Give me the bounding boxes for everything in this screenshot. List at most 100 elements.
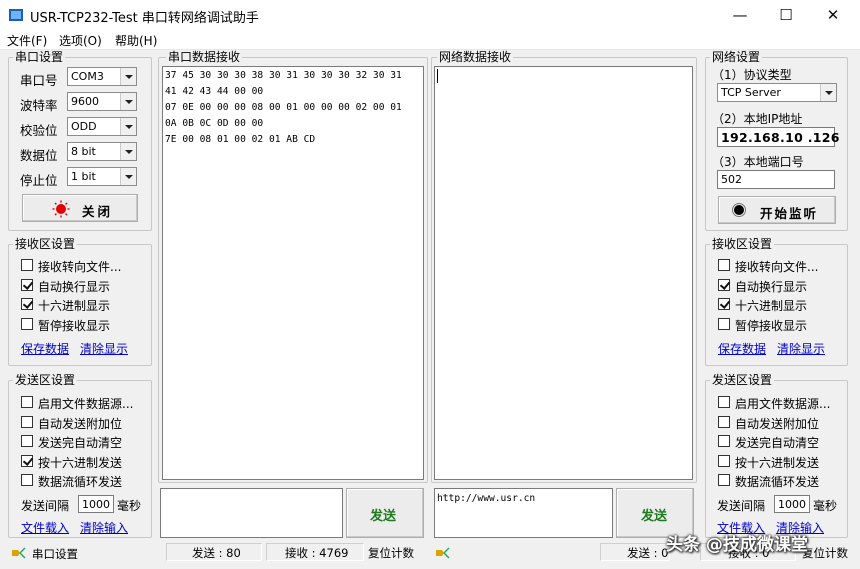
databits-value: 8 bit: [71, 145, 96, 158]
hex-display-label-right: 十六进制显示: [735, 299, 808, 313]
close-port-button[interactable]: [22, 194, 138, 222]
chevron-down-icon: [120, 68, 136, 85]
auto-clear-checkbox-right[interactable]: [718, 435, 730, 447]
menu-file[interactable]: 文件(F): [7, 32, 47, 49]
close-port-label: 关闭: [82, 204, 114, 219]
send-interval-label-left: 发送间隔: [21, 499, 70, 513]
menu-help[interactable]: 帮助(H): [115, 32, 157, 49]
protocol-value: TCP Server: [721, 86, 781, 99]
recv-to-file-checkbox-right[interactable]: [718, 259, 730, 271]
pause-display-label-right: 暂停接收显示: [735, 319, 808, 333]
stopbits-value: 1 bit: [71, 170, 96, 183]
protocol-label: （1）协议类型: [712, 68, 792, 82]
status-serial-label: 串口设置: [32, 547, 78, 561]
file-source-checkbox-left[interactable]: [21, 396, 33, 408]
port-number-value: 502: [721, 173, 742, 186]
send-interval-unit-right: 毫秒: [813, 499, 838, 513]
pause-display-label-left: 暂停接收显示: [38, 319, 111, 333]
auto-clear-label-left: 发送完自动清空: [38, 436, 123, 450]
file-source-label-left: 启用文件数据源...: [38, 397, 134, 411]
send-interval-value-left: 1000: [82, 498, 110, 511]
auto-clear-checkbox-left[interactable]: [21, 435, 33, 447]
port-number-input[interactable]: 502: [717, 170, 835, 189]
loop-send-checkbox-right[interactable]: [718, 474, 730, 486]
auto-wrap-label-left: 自动换行显示: [38, 280, 111, 294]
app-icon: [9, 9, 23, 21]
chevron-down-icon: [120, 118, 136, 135]
record-icon: [732, 203, 746, 217]
chevron-down-icon: [820, 84, 836, 101]
hex-display-checkbox-left[interactable]: [21, 298, 33, 310]
stopbits-select[interactable]: 1 bit: [67, 167, 137, 186]
port-number-label: （3）本地端口号: [712, 155, 804, 169]
send-settings-legend-right: 发送区设置: [710, 373, 775, 387]
hex-display-checkbox-right[interactable]: [718, 298, 730, 310]
status-net-send-count: 发送 : 0: [627, 546, 669, 560]
pause-display-checkbox-left[interactable]: [21, 318, 33, 330]
status-recv-count: 接收 : 4769: [285, 546, 349, 560]
hex-send-checkbox-left[interactable]: [21, 455, 33, 467]
port-select[interactable]: COM3: [67, 67, 137, 86]
clear-input-link-left[interactable]: 清除输入: [80, 519, 128, 536]
hex-send-label-right: 按十六进制发送: [735, 456, 820, 470]
status-send-count: 发送 : 80: [192, 546, 241, 560]
port-label: 串口号: [20, 73, 58, 88]
port-value: COM3: [71, 70, 104, 83]
ip-input[interactable]: 192.168.10 .126: [717, 127, 839, 147]
save-data-link-right[interactable]: 保存数据: [718, 340, 766, 357]
file-source-label-right: 启用文件数据源...: [735, 397, 831, 411]
hex-send-checkbox-right[interactable]: [718, 455, 730, 467]
recv-settings-legend-left: 接收区设置: [13, 237, 78, 251]
auto-wrap-checkbox-right[interactable]: [718, 279, 730, 291]
append-bit-checkbox-left[interactable]: [21, 416, 33, 428]
file-load-link-left[interactable]: 文件载入: [21, 519, 69, 536]
parity-label: 校验位: [20, 123, 58, 138]
loop-send-label-right: 数据流循环发送: [735, 475, 820, 489]
parity-select[interactable]: ODD: [67, 117, 137, 136]
close-window-button[interactable]: ✕: [810, 0, 856, 30]
baud-label: 波特率: [20, 98, 58, 113]
ip-value: 192.168.10 .126: [721, 130, 840, 145]
file-source-checkbox-right[interactable]: [718, 396, 730, 408]
protocol-select[interactable]: TCP Server: [717, 83, 837, 102]
send-interval-input-left[interactable]: 1000: [78, 495, 114, 513]
auto-wrap-label-right: 自动换行显示: [735, 280, 808, 294]
auto-clear-label-right: 发送完自动清空: [735, 436, 820, 450]
baud-select[interactable]: 9600: [67, 92, 137, 111]
text-cursor: [437, 69, 438, 83]
serial-settings-legend: 串口设置: [13, 50, 66, 64]
start-listen-label: 开始监听: [760, 206, 819, 221]
chevron-down-icon: [120, 143, 136, 160]
net-recv-textarea[interactable]: [434, 66, 693, 480]
parity-value: ODD: [71, 120, 97, 133]
chevron-down-icon: [120, 168, 136, 185]
recv-to-file-checkbox-left[interactable]: [21, 259, 33, 271]
serial-send-label: 发送: [370, 509, 397, 524]
serial-recv-line: 07 0E 00 00 00 08 00 01 00 00 00 02 00 0…: [165, 102, 402, 113]
send-interval-label-right: 发送间隔: [717, 499, 766, 513]
pause-display-checkbox-right[interactable]: [718, 318, 730, 330]
append-bit-checkbox-right[interactable]: [718, 416, 730, 428]
append-bit-label-right: 自动发送附加位: [735, 417, 820, 431]
network-status-icon: [436, 547, 450, 559]
clear-display-link-left[interactable]: 清除显示: [80, 340, 128, 357]
auto-wrap-checkbox-left[interactable]: [21, 279, 33, 291]
clear-display-link-right[interactable]: 清除显示: [777, 340, 825, 357]
net-send-label: 发送: [641, 509, 668, 524]
status-led-icon: [52, 200, 70, 218]
serial-send-input[interactable]: [160, 488, 343, 538]
reset-count-button-right[interactable]: 复位计数: [802, 545, 848, 561]
serial-status-icon: [12, 547, 26, 559]
ip-label: （2）本地IP地址: [712, 112, 803, 126]
databits-select[interactable]: 8 bit: [67, 142, 137, 161]
reset-count-button[interactable]: 复位计数: [368, 545, 414, 561]
maximize-button[interactable]: ☐: [763, 0, 809, 30]
recv-to-file-label-right: 接收转向文件...: [735, 260, 819, 274]
loop-send-checkbox-left[interactable]: [21, 474, 33, 486]
net-recv-legend: 网络数据接收: [437, 50, 514, 64]
minimize-button[interactable]: —: [717, 0, 763, 30]
menu-options[interactable]: 选项(O): [59, 32, 102, 49]
append-bit-label-left: 自动发送附加位: [38, 417, 123, 431]
save-data-link-left[interactable]: 保存数据: [21, 340, 69, 357]
send-interval-input-right[interactable]: 1000: [774, 495, 810, 513]
